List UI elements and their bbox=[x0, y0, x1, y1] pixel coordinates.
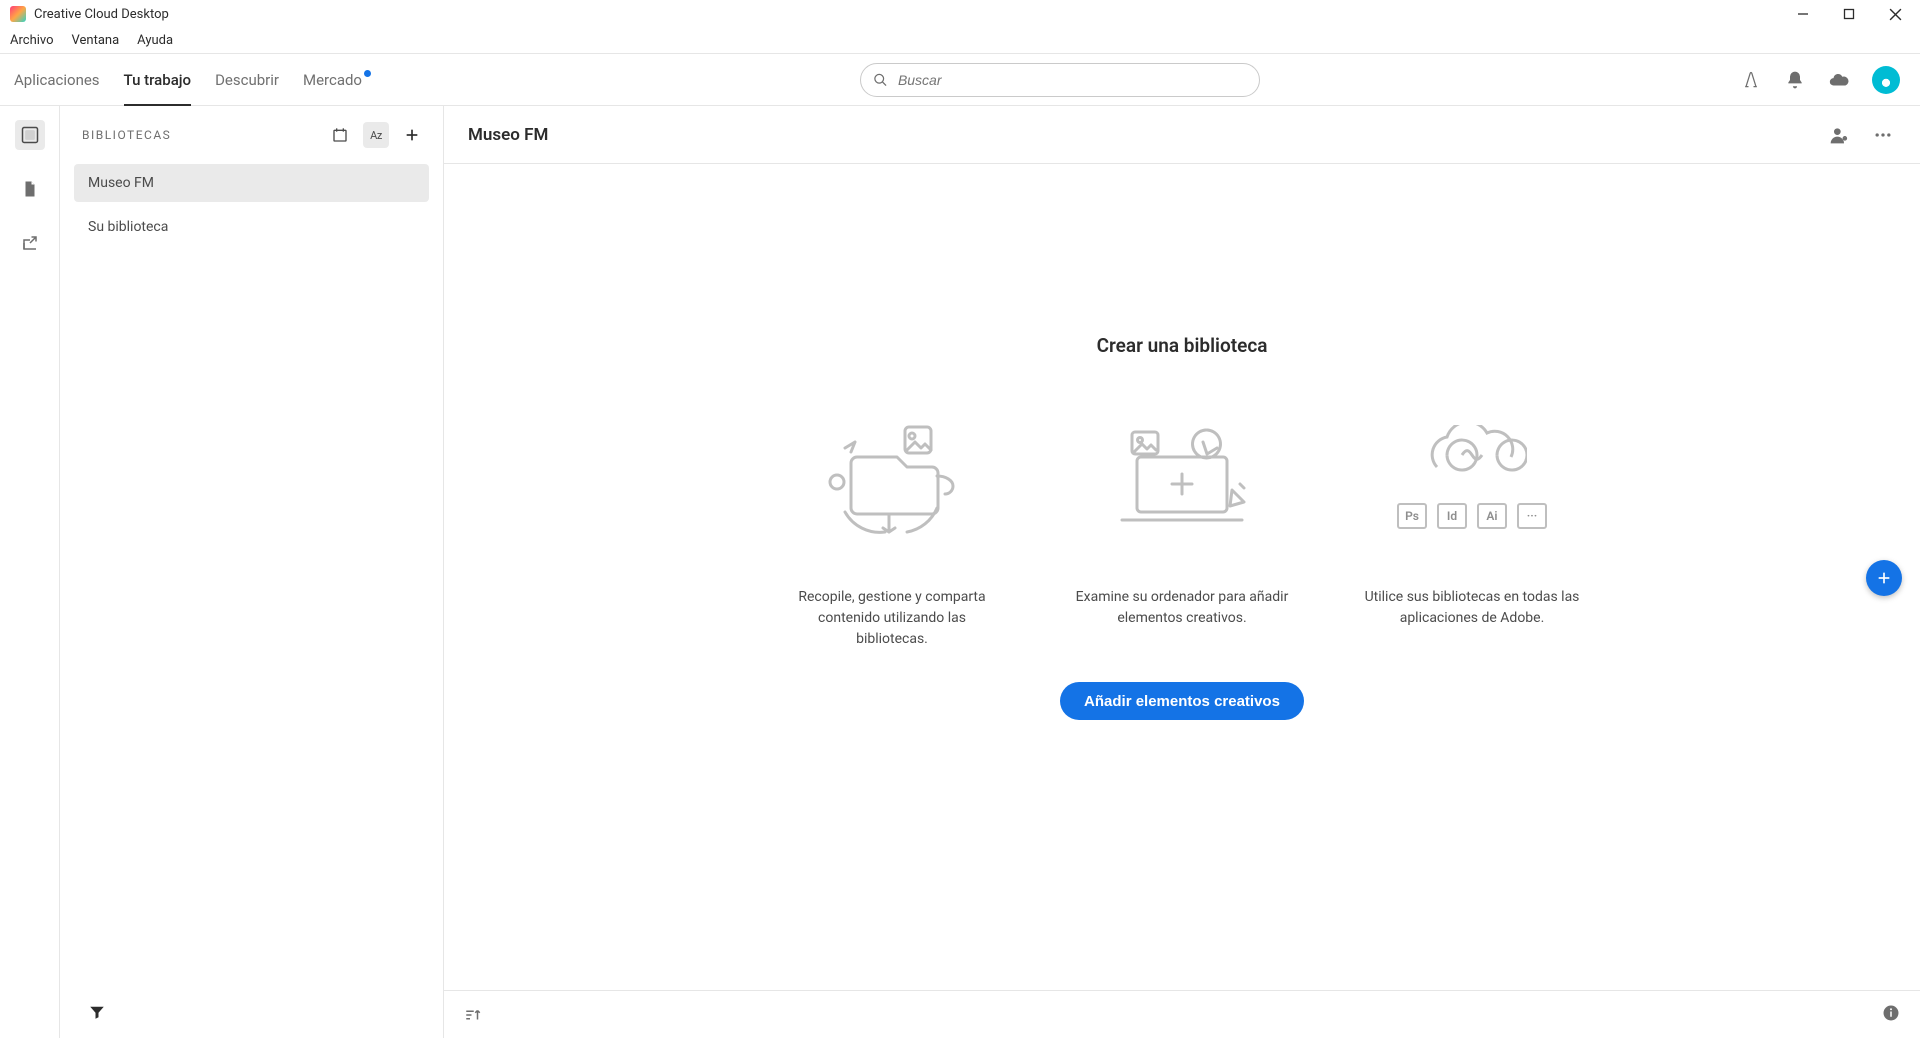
fonts-icon[interactable] bbox=[1740, 69, 1762, 91]
app-chip-id: Id bbox=[1437, 503, 1467, 529]
badge-dot-icon bbox=[364, 70, 371, 77]
sidebar-sort-az-button[interactable]: Az bbox=[363, 122, 389, 148]
main-panel: Museo FM Crear una biblioteca bbox=[444, 106, 1920, 1038]
search-field[interactable] bbox=[860, 63, 1260, 97]
fab-add-button[interactable] bbox=[1866, 560, 1902, 596]
tab-label: Aplicaciones bbox=[14, 71, 100, 89]
sort-az-label: Az bbox=[370, 129, 382, 142]
maximize-button[interactable] bbox=[1840, 5, 1858, 23]
menubar: Archivo Ventana Ayuda bbox=[0, 28, 1920, 54]
main-footer bbox=[444, 990, 1920, 1038]
app-chip-ps: Ps bbox=[1397, 503, 1427, 529]
card-text: Utilice sus bibliotecas en todas las apl… bbox=[1362, 587, 1582, 629]
card-collect: Recopile, gestione y comparta contenido … bbox=[782, 407, 1002, 650]
window-controls bbox=[1794, 5, 1910, 23]
sidebar-calendar-icon[interactable] bbox=[327, 122, 353, 148]
info-icon[interactable] bbox=[1882, 1004, 1900, 1026]
sidebar: BIBLIOTECAS Az Museo FM Su biblioteca bbox=[60, 106, 444, 1038]
menu-ventana[interactable]: Ventana bbox=[72, 33, 120, 48]
chip-label: ··· bbox=[1527, 509, 1538, 523]
chip-label: Id bbox=[1447, 509, 1457, 523]
tab-aplicaciones[interactable]: Aplicaciones bbox=[14, 54, 100, 106]
tab-label: Descubrir bbox=[215, 71, 279, 89]
tab-descubrir[interactable]: Descubrir bbox=[215, 54, 279, 106]
search-icon bbox=[873, 72, 888, 88]
tab-label: Mercado bbox=[303, 71, 362, 89]
filter-icon[interactable] bbox=[88, 1003, 106, 1025]
card-collect-illustration-icon bbox=[812, 407, 972, 547]
chip-label: Ps bbox=[1405, 509, 1419, 523]
card-browse-illustration-icon bbox=[1102, 407, 1262, 547]
library-item-label: Su biblioteca bbox=[88, 219, 168, 235]
minimize-button[interactable] bbox=[1794, 5, 1812, 23]
app-chip-row: Ps Id Ai ··· bbox=[1397, 503, 1547, 529]
rail-share-icon[interactable] bbox=[15, 228, 45, 258]
search-input[interactable] bbox=[898, 72, 1247, 88]
sidebar-footer bbox=[60, 990, 443, 1038]
card-text: Recopile, gestione y comparta contenido … bbox=[782, 587, 1002, 650]
sidebar-title: BIBLIOTECAS bbox=[82, 128, 171, 142]
library-item-su-biblioteca[interactable]: Su biblioteca bbox=[74, 208, 429, 246]
body: BIBLIOTECAS Az Museo FM Su biblioteca bbox=[0, 106, 1920, 1038]
sort-list-icon[interactable] bbox=[464, 1006, 482, 1024]
menu-ayuda[interactable]: Ayuda bbox=[137, 33, 173, 48]
rail-files-icon[interactable] bbox=[15, 174, 45, 204]
main-head-actions bbox=[1826, 122, 1896, 148]
notifications-icon[interactable] bbox=[1784, 69, 1806, 91]
close-button[interactable] bbox=[1886, 5, 1904, 23]
card-text: Examine su ordenador para añadir element… bbox=[1072, 587, 1292, 629]
library-title: Museo FM bbox=[468, 125, 548, 145]
main-head: Museo FM bbox=[444, 106, 1920, 164]
window-title: Creative Cloud Desktop bbox=[34, 7, 169, 22]
avatar[interactable] bbox=[1872, 66, 1900, 94]
empty-state-cards: Recopile, gestione y comparta contenido … bbox=[782, 407, 1582, 650]
titlebar-left: Creative Cloud Desktop bbox=[10, 6, 169, 22]
app-icon bbox=[10, 6, 26, 22]
main-body: Crear una biblioteca bbox=[444, 164, 1920, 990]
more-options-icon[interactable] bbox=[1870, 122, 1896, 148]
card-apps-illustration-icon: Ps Id Ai ··· bbox=[1392, 407, 1552, 547]
card-browse: Examine su ordenador para añadir element… bbox=[1072, 407, 1292, 650]
invite-user-icon[interactable] bbox=[1826, 122, 1852, 148]
app-chip-more: ··· bbox=[1517, 503, 1547, 529]
titlebar: Creative Cloud Desktop bbox=[0, 0, 1920, 28]
primary-tabs: Aplicaciones Tu trabajo Descubrir Mercad… bbox=[0, 54, 371, 106]
header-row: Aplicaciones Tu trabajo Descubrir Mercad… bbox=[0, 54, 1920, 106]
tab-label: Tu trabajo bbox=[124, 71, 192, 89]
empty-state-title: Crear una biblioteca bbox=[1097, 334, 1268, 357]
icon-rail bbox=[0, 106, 60, 1038]
chip-label: Ai bbox=[1486, 509, 1497, 523]
sidebar-add-button[interactable] bbox=[399, 122, 425, 148]
library-item-label: Museo FM bbox=[88, 175, 154, 191]
header-right bbox=[1740, 66, 1920, 94]
sidebar-list: Museo FM Su biblioteca bbox=[60, 164, 443, 246]
library-item-museo-fm[interactable]: Museo FM bbox=[74, 164, 429, 202]
tab-tu-trabajo[interactable]: Tu trabajo bbox=[124, 54, 192, 106]
rail-libraries-icon[interactable] bbox=[15, 120, 45, 150]
sidebar-head: BIBLIOTECAS Az bbox=[60, 106, 443, 164]
app-chip-ai: Ai bbox=[1477, 503, 1507, 529]
card-apps: Ps Id Ai ··· Utilice sus bibliotecas en … bbox=[1362, 407, 1582, 650]
sidebar-head-actions: Az bbox=[327, 122, 425, 148]
add-creative-elements-button[interactable]: Añadir elementos creativos bbox=[1060, 682, 1304, 720]
menu-archivo[interactable]: Archivo bbox=[10, 33, 54, 48]
tab-mercado[interactable]: Mercado bbox=[303, 54, 371, 106]
cloud-sync-icon[interactable] bbox=[1828, 69, 1850, 91]
